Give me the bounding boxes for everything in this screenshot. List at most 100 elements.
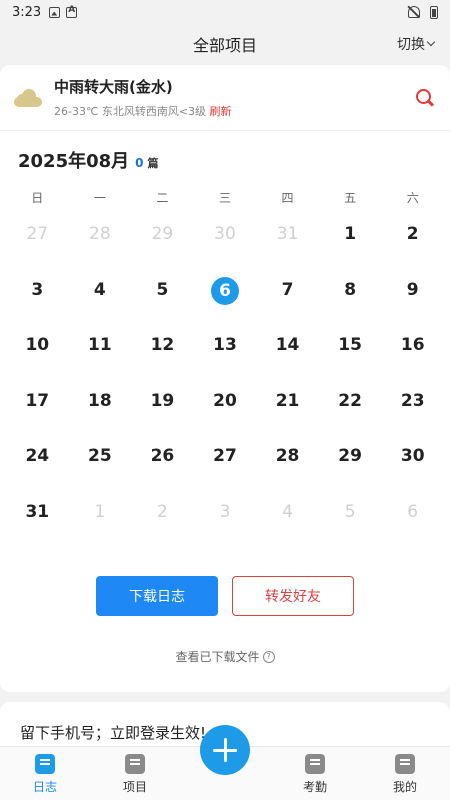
weather-summary: 中雨转大雨(金水) [54, 78, 173, 96]
calendar-day-number: 5 [156, 279, 169, 300]
attendance-icon [305, 754, 325, 774]
calendar-day[interactable]: 25 [69, 442, 132, 498]
weather-refresh-link[interactable]: 刷新 [210, 105, 232, 118]
weekday-label: 四 [281, 191, 294, 205]
calendar-day-number: 13 [213, 335, 237, 355]
calendar-day[interactable]: 19 [131, 387, 194, 443]
top-bar: 全部项目 切换 [0, 24, 450, 64]
weekday-label: 一 [93, 191, 106, 205]
calendar-day[interactable]: 24 [6, 442, 69, 498]
tab-label: 日志 [32, 780, 57, 794]
calendar-day[interactable]: 1 [319, 220, 382, 276]
tab-log[interactable]: 日志 [0, 747, 90, 800]
calendar-day-number: 30 [400, 446, 425, 466]
calendar-day[interactable]: 27 [6, 220, 69, 276]
calendar-day[interactable]: 29 [131, 220, 194, 276]
calendar-day[interactable]: 28 [256, 442, 319, 498]
weekday-label: 二 [156, 191, 169, 205]
muted-bell-icon [408, 6, 420, 18]
weekday-header: 日一二三四五六 [0, 189, 450, 206]
switch-project-button[interactable]: 切换 [397, 34, 436, 54]
calendar-day[interactable]: 3 [6, 276, 69, 332]
calendar-day[interactable]: 7 [256, 276, 319, 332]
calendar-day[interactable]: 14 [256, 331, 319, 387]
calendar-day[interactable]: 31 [256, 220, 319, 276]
calendar-day-number: 17 [25, 390, 50, 411]
calendar-day-number: 23 [400, 390, 425, 411]
entry-count-unit: 篇 [147, 157, 159, 170]
calendar-day[interactable]: 5 [131, 276, 194, 332]
calendar-day-number: 3 [219, 501, 231, 522]
calendar-day[interactable]: 13 [194, 331, 257, 387]
calendar-day-number: 31 [25, 501, 50, 522]
calendar-day-number: 1 [94, 501, 106, 522]
calendar-day[interactable]: 3 [194, 498, 257, 554]
calendar-day-number: 29 [338, 446, 362, 466]
calendar-day[interactable]: 28 [69, 220, 132, 276]
battery-icon [430, 5, 438, 19]
calendar-day-number: 7 [281, 279, 294, 300]
calendar-day-number: 28 [275, 446, 300, 466]
calendar-card: 中雨转大雨(金水) 26-33℃ 东北风转西南风<3级 刷新 2025年08月 … [0, 65, 450, 692]
calendar-day-number: 2 [406, 224, 419, 244]
calendar-grid: 27 28 29 30 31 1 2 3 4 5 6 7 8 9 10 11 12 13 14 15 16 17 18 19 2… [0, 220, 450, 553]
calendar-day-number: 30 [214, 224, 236, 244]
calendar-day-number: 20 [213, 390, 237, 411]
tab-profile[interactable]: 我的 [360, 747, 450, 800]
calendar-day[interactable]: 2 [131, 498, 194, 554]
calendar-day-number: 19 [150, 390, 175, 411]
tab-project[interactable]: 项目 [90, 747, 180, 800]
add-entry-button[interactable] [180, 725, 270, 800]
cloud-rain-icon [14, 88, 42, 107]
calendar-day[interactable]: 18 [69, 387, 132, 443]
calendar-day[interactable]: 20 [194, 387, 257, 443]
tab-attendance[interactable]: 考勤 [270, 747, 360, 800]
weather-detail-row: 26-33℃ 东北风转西南风<3级 刷新 [54, 103, 414, 119]
calendar-day-number: 27 [213, 446, 237, 466]
calendar-day-number: 26 [150, 446, 175, 466]
calendar-day[interactable]: 6 [381, 498, 444, 554]
calendar-day[interactable]: 4 [256, 498, 319, 554]
download-log-button[interactable]: 下载日志 [96, 576, 218, 616]
calendar-day[interactable]: 12 [131, 331, 194, 387]
calendar-day[interactable]: 1 [69, 498, 132, 554]
calendar-day-number: 16 [400, 335, 425, 355]
calendar-day[interactable]: 22 [319, 387, 382, 443]
calendar-day-number: 3 [31, 279, 44, 300]
calendar-day-number: 10 [25, 335, 50, 355]
status-bar: 3:23 [0, 0, 450, 24]
promo-text: 留下手机号；立即登录生效! [20, 724, 207, 742]
calendar-day[interactable]: 11 [69, 331, 132, 387]
calendar-day[interactable]: 27 [194, 442, 257, 498]
calendar-day-number: 31 [276, 224, 299, 244]
calendar-day[interactable]: 9 [381, 276, 444, 332]
calendar-day-number: 27 [26, 224, 49, 244]
page-title: 全部项目 [192, 36, 257, 55]
calendar-day[interactable]: 30 [381, 442, 444, 498]
calendar-day[interactable]: 2 [381, 220, 444, 276]
search-icon[interactable] [414, 87, 436, 109]
calendar-day-today[interactable]: 6 [194, 276, 257, 332]
view-downloaded-link[interactable]: 查看已下载文件 ? [0, 648, 450, 665]
calendar-day[interactable]: 16 [381, 331, 444, 387]
calendar-day[interactable]: 31 [6, 498, 69, 554]
chevron-down-icon [426, 37, 436, 47]
calendar-day-number: 21 [275, 390, 300, 411]
calendar-day[interactable]: 5 [319, 498, 382, 554]
calendar-day-number: 2 [157, 501, 168, 522]
entry-count: 0 [135, 156, 144, 170]
calendar-day[interactable]: 30 [194, 220, 257, 276]
calendar-day[interactable]: 21 [256, 387, 319, 443]
calendar-day[interactable]: 10 [6, 331, 69, 387]
calendar-day[interactable]: 17 [6, 387, 69, 443]
calendar-day[interactable]: 15 [319, 331, 382, 387]
calendar-day[interactable]: 29 [319, 442, 382, 498]
calendar-day[interactable]: 26 [131, 442, 194, 498]
calendar-day[interactable]: 8 [319, 276, 382, 332]
calendar-day-number: 4 [93, 279, 106, 300]
calendar-day[interactable]: 4 [69, 276, 132, 332]
month-title[interactable]: 2025年08月 [18, 147, 129, 173]
share-friends-button[interactable]: 转发好友 [232, 576, 354, 616]
calendar-day-number: 12 [150, 335, 175, 355]
calendar-day[interactable]: 23 [381, 387, 444, 443]
